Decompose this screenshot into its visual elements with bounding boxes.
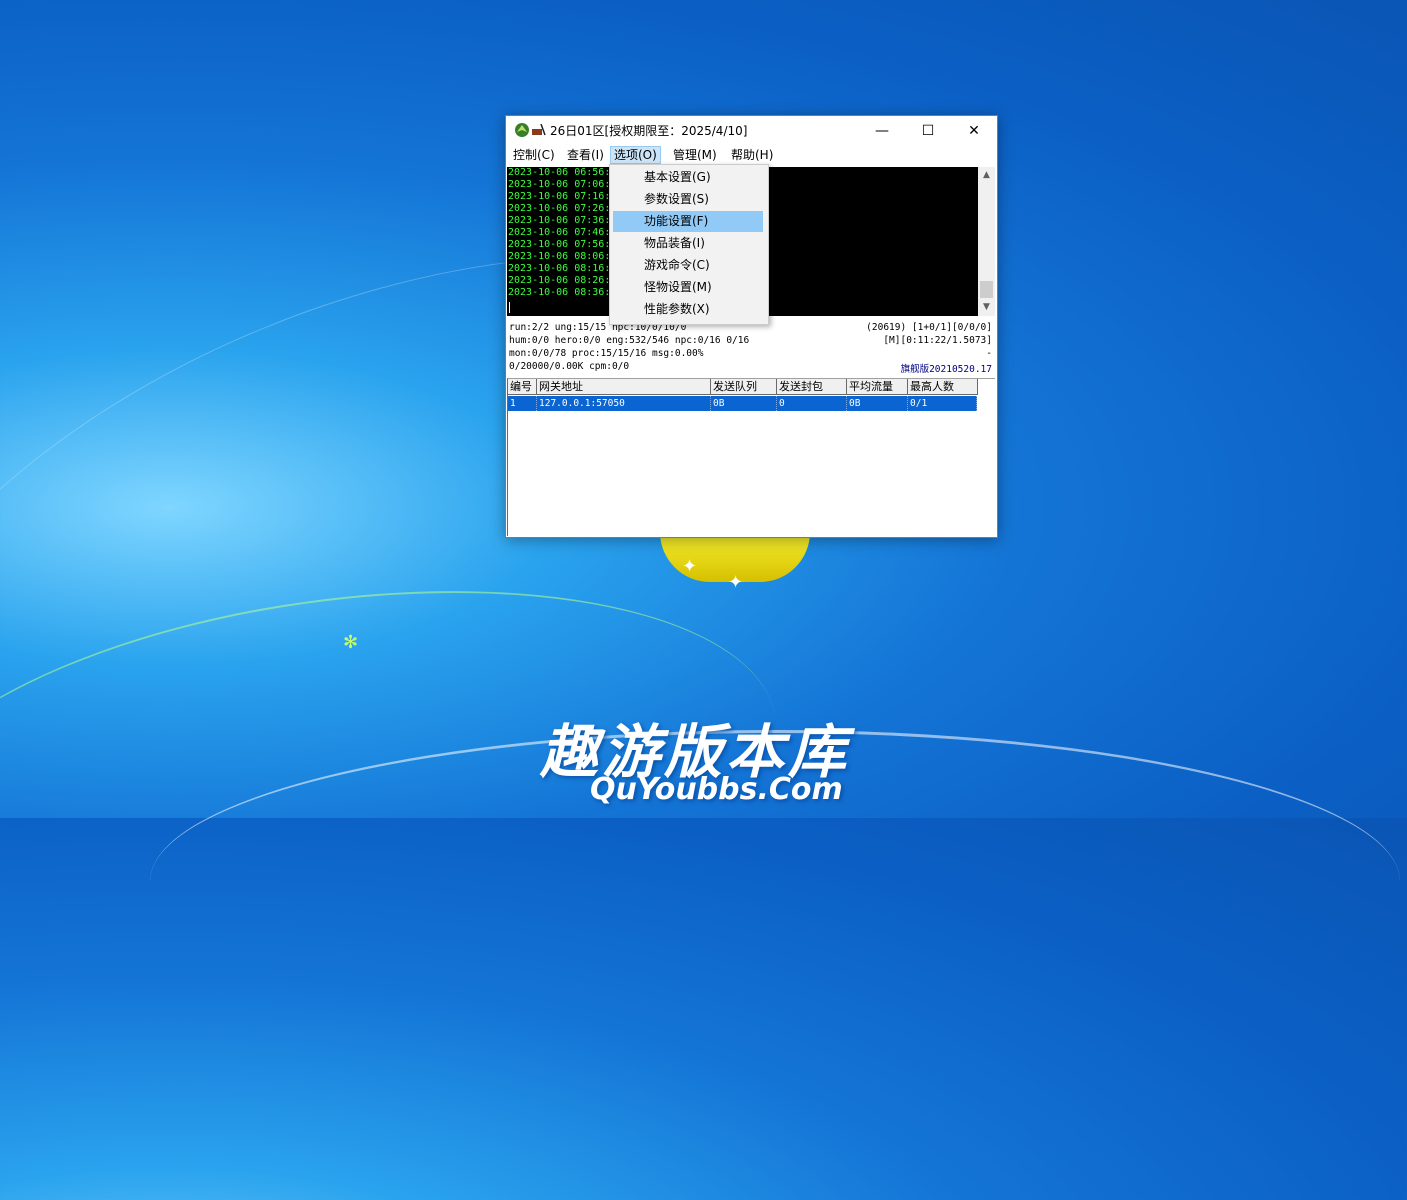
flower-sparkle-icon: ✦	[728, 572, 744, 593]
cell-send-packets: 0	[777, 396, 847, 411]
gate-icon	[532, 124, 546, 136]
log-scrollbar[interactable]: ▲ ▼	[978, 167, 995, 316]
options-dropdown-menu: 基本设置(G) 参数设置(S) 功能设置(F) 物品装备(I) 游戏命令(C) …	[609, 164, 769, 325]
scroll-down-icon[interactable]: ▼	[978, 299, 995, 316]
dragon-app-icon	[515, 123, 529, 137]
text-caret	[509, 302, 510, 313]
plant-sprout-icon: ✻	[343, 632, 359, 653]
menu-item-performance-params[interactable]: 性能参数(X)	[613, 299, 763, 320]
cell-id: 1	[508, 396, 537, 411]
menu-options[interactable]: 选项(O)	[610, 146, 661, 164]
column-header-max-users[interactable]: 最高人数	[908, 379, 978, 395]
status-mon: mon:0/0/78 proc:15/15/16 msg:0.00%	[509, 348, 704, 359]
gateway-table: 编号 网关地址 发送队列 发送封包 平均流量 最高人数 1 127.0.0.1:…	[507, 378, 995, 536]
status-hum: hum:0/0 hero:0/0 eng:532/546 npc:0/16 0/…	[509, 335, 750, 346]
scroll-up-icon[interactable]: ▲	[978, 167, 995, 184]
watermark-english: QuYoubbs.Com	[590, 772, 843, 807]
title-bar[interactable]: 26日01区[授权期限至：2025/4/10] — ☐ ✕	[506, 116, 997, 145]
window-title: 26日01区[授权期限至：2025/4/10]	[550, 124, 748, 138]
status-uptime: [M][0:11:22/1.5073]	[883, 335, 992, 346]
status-dash: -	[986, 348, 992, 359]
close-button[interactable]: ✕	[951, 116, 997, 145]
scroll-thumb[interactable]	[980, 281, 993, 298]
maximize-button[interactable]: ☐	[905, 116, 951, 145]
column-header-gateway[interactable]: 网关地址	[537, 379, 711, 395]
menu-item-function-settings[interactable]: 功能设置(F)	[613, 211, 763, 232]
menu-control[interactable]: 控制(C)	[510, 147, 558, 163]
menu-item-basic-settings[interactable]: 基本设置(G)	[613, 167, 763, 188]
column-header-id[interactable]: 编号	[508, 379, 537, 395]
menu-item-monster-settings[interactable]: 怪物设置(M)	[613, 277, 763, 298]
menu-item-game-commands[interactable]: 游戏命令(C)	[613, 255, 763, 276]
column-header-avg-traffic[interactable]: 平均流量	[847, 379, 908, 395]
version-label: 旗舰版20210520.17	[900, 364, 992, 375]
column-header-send-queue[interactable]: 发送队列	[711, 379, 777, 395]
menu-item-parameter-settings[interactable]: 参数设置(S)	[613, 189, 763, 210]
menu-help[interactable]: 帮助(H)	[728, 147, 776, 163]
cell-avg-traffic: 0B	[847, 396, 908, 411]
flower-sparkle-icon: ✦	[682, 556, 698, 577]
column-header-send-packets[interactable]: 发送封包	[777, 379, 847, 395]
cell-send-queue: 0B	[711, 396, 777, 411]
menu-manage[interactable]: 管理(M)	[670, 147, 720, 163]
status-connections: (20619) [1+0/1][0/0/0]	[866, 322, 992, 333]
menu-view[interactable]: 查看(I)	[564, 147, 607, 163]
menu-item-items-equipment[interactable]: 物品装备(I)	[613, 233, 763, 254]
status-traffic: 0/20000/0.00K cpm:0/0	[509, 361, 630, 372]
table-row[interactable]: 1 127.0.0.1:57050 0B 0 0B 0/1	[508, 396, 977, 411]
minimize-button[interactable]: —	[859, 116, 905, 145]
menu-bar: 控制(C) 查看(I) 选项(O) 管理(M) 帮助(H)	[506, 145, 997, 165]
cell-max-users: 0/1	[908, 396, 977, 411]
status-panel: run:2/2 ung:15/15 npc:10/0/10/0 (20619) …	[507, 321, 994, 377]
cell-gateway: 127.0.0.1:57050	[537, 396, 711, 411]
